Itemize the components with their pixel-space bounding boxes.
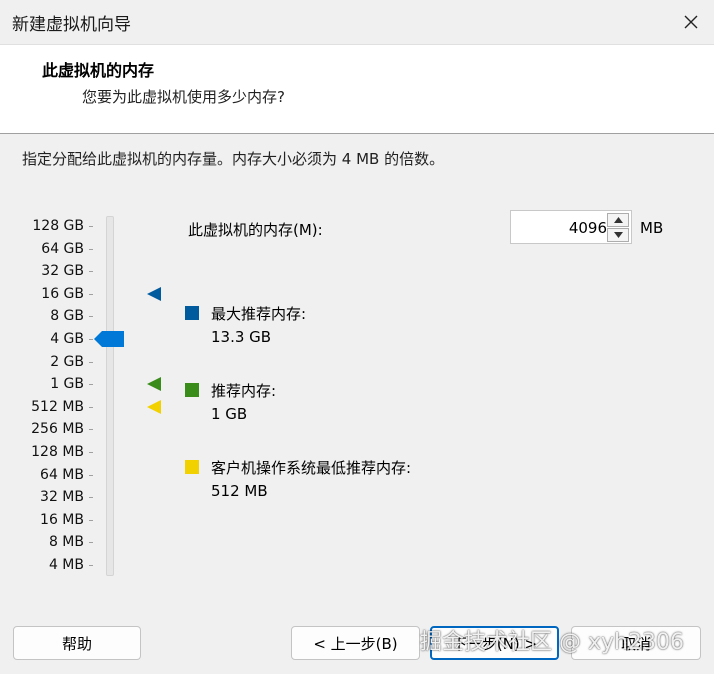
memory-label: 此虚拟机的内存(M): (188, 221, 323, 239)
memory-scale-label: 1 GB (50, 376, 84, 393)
memory-scale-tick (89, 519, 93, 521)
recommended-label: 推荐内存: (211, 382, 277, 400)
memory-scale-tick (89, 406, 93, 408)
title-bar: 新建虚拟机向导 (0, 0, 714, 45)
memory-scale-tick (89, 542, 93, 544)
min-recommended-marker (147, 399, 161, 414)
memory-scale-label: 128 MB (31, 444, 84, 460)
memory-scale-label: 16 GB (41, 285, 84, 302)
memory-scale-label: 64 GB (41, 240, 84, 257)
memory-description: 指定分配给此虚拟机的内存量。内存大小必须为 4 MB 的倍数。 (22, 150, 445, 168)
memory-scale-label: 64 MB (40, 466, 84, 483)
wizard-header: 此虚拟机的内存 您要为此虚拟机使用多少内存? (0, 45, 714, 134)
memory-scale-tick (89, 474, 93, 476)
memory-spinbox[interactable] (510, 210, 632, 244)
memory-scale-label: 8 MB (48, 534, 84, 551)
chevron-down-icon (613, 232, 623, 238)
memory-scale-label: 512 MB (31, 398, 84, 415)
max-recommended-label: 最大推荐内存: (211, 305, 307, 323)
memory-scale-label: 8 GB (50, 308, 84, 325)
recommended-swatch (185, 383, 199, 397)
next-button[interactable]: 下一步(N) > (430, 626, 559, 660)
window-title: 新建虚拟机向导 (12, 15, 131, 35)
memory-scale-tick (89, 271, 93, 273)
max-recommended-value: 13.3 GB (211, 328, 272, 346)
memory-scale-label: 4 MB (48, 557, 84, 573)
page-title: 此虚拟机的内存 (42, 61, 155, 80)
page-subtitle: 您要为此虚拟机使用多少内存? (82, 88, 285, 106)
spin-up-button[interactable] (607, 213, 629, 227)
memory-scale-tick (89, 384, 93, 386)
memory-scale-label: 4 GB (50, 331, 84, 347)
close-button[interactable] (674, 6, 708, 38)
memory-scale-label: 128 GB (32, 218, 84, 234)
close-icon (684, 15, 698, 29)
memory-scale-tick (89, 361, 93, 363)
memory-scale-tick (89, 316, 93, 318)
memory-scale-tick (89, 429, 93, 431)
back-button[interactable]: < 上一步(B) (291, 626, 420, 660)
memory-scale-label: 256 MB (31, 421, 84, 438)
max-recommended-marker (147, 286, 161, 301)
recommended-value: 1 GB (211, 405, 248, 423)
min-recommended-label: 客户机操作系统最低推荐内存: (211, 459, 412, 477)
chevron-up-icon (613, 217, 623, 223)
memory-scale-tick (89, 565, 93, 566)
memory-slider-track[interactable] (106, 216, 114, 576)
min-recommended-swatch (185, 460, 199, 474)
memory-scale-label: 2 GB (50, 353, 84, 370)
memory-scale-label: 16 MB (40, 511, 84, 528)
memory-scale-tick (89, 497, 93, 499)
memory-scale-label: 32 MB (40, 489, 84, 506)
min-recommended-value: 512 MB (211, 482, 268, 500)
spin-down-button[interactable] (607, 228, 629, 242)
memory-scale-tick (89, 339, 93, 340)
memory-scale-label: 32 GB (41, 263, 84, 280)
memory-scale-tick (89, 226, 93, 227)
memory-scale-tick (89, 293, 93, 295)
memory-scale-tick (89, 248, 93, 250)
memory-scale-tick (89, 452, 93, 453)
cancel-button[interactable]: 取消 (571, 626, 701, 660)
recommended-marker (147, 377, 161, 392)
help-button[interactable]: 帮助 (13, 626, 141, 660)
memory-input[interactable] (513, 214, 609, 242)
max-recommended-swatch (185, 306, 199, 320)
memory-unit: MB (640, 219, 664, 237)
memory-slider-thumb[interactable] (94, 331, 124, 347)
